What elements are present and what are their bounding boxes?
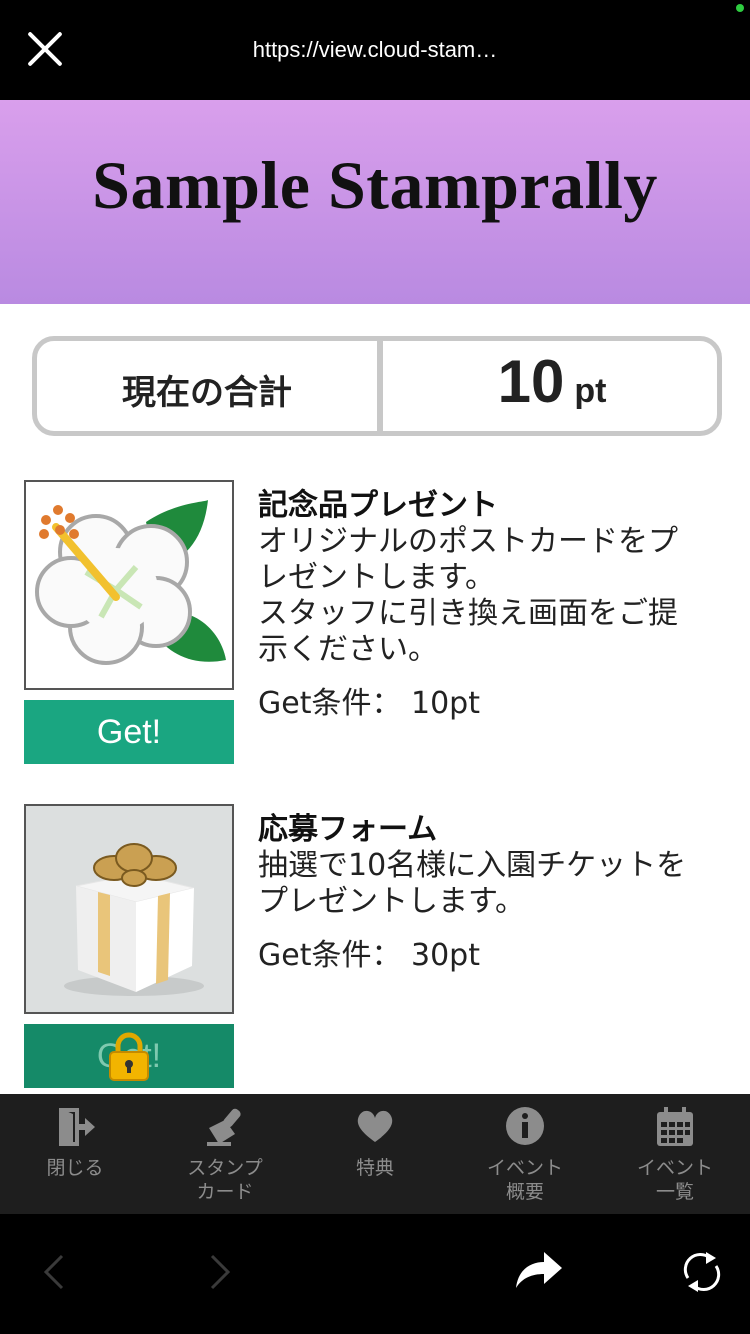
header-banner: Sample Stamprally (0, 100, 750, 304)
reward-item: Get! 応募フォーム 抽選で10名様に入園チケットを プレゼントします。 Ge… (24, 804, 724, 1094)
heart-icon (357, 1110, 393, 1142)
forward-button[interactable] (188, 1242, 248, 1302)
chevron-right-icon (210, 1254, 231, 1290)
gift-box-image (24, 804, 234, 1014)
status-indicator (736, 4, 744, 12)
points-summary: 現在の合計 10 pt (32, 336, 722, 436)
bottom-tab-bar: 閉じる スタンプ カード 特典 イベント 概要 イベント 一覧 (0, 1094, 750, 1214)
exit-icon (59, 1108, 95, 1146)
browser-bottom-bar (0, 1214, 750, 1334)
reward-description: 抽選で10名様に入園チケットを プレゼントします。 (258, 848, 687, 919)
lock-icon (108, 1032, 150, 1082)
share-button[interactable] (508, 1242, 568, 1302)
get-button[interactable]: Get! (24, 700, 234, 764)
tab-label: イベント 一覧 (636, 1157, 713, 1203)
tab-label: 閉じる (46, 1157, 104, 1179)
points-unit: pt (574, 372, 607, 410)
tab-event-overview[interactable]: イベント 概要 (450, 1094, 600, 1214)
browser-top-bar: https://view.cloud-stam… (0, 0, 750, 100)
tab-label: スタンプ カード (187, 1157, 263, 1203)
back-button[interactable] (26, 1242, 86, 1302)
points-label: 現在の合計 (122, 373, 292, 413)
stamp-icon (207, 1108, 241, 1146)
points-divider (377, 341, 383, 431)
tab-label: イベント 概要 (486, 1157, 563, 1203)
info-icon (506, 1107, 544, 1145)
reload-icon (683, 1252, 721, 1292)
reward-title: 記念品プレゼント (258, 488, 498, 523)
calendar-icon (657, 1107, 693, 1146)
tab-event-list[interactable]: イベント 一覧 (600, 1094, 750, 1214)
tab-benefits[interactable]: 特典 (300, 1094, 450, 1214)
reward-condition: Get条件： 30pt (258, 938, 480, 973)
reward-title: 応募フォーム (258, 812, 438, 847)
reward-item: Get! 記念品プレゼント オリジナルのポストカードをプ レゼントします。 スタ… (24, 480, 724, 770)
page-title: Sample Stamprally (92, 147, 658, 223)
url-text: https://view.cloud-stam… (252, 37, 498, 62)
reload-button[interactable] (672, 1242, 732, 1302)
reward-description: オリジナルのポストカードをプ レゼントします。 スタッフに引き換え画面をご提 示… (258, 524, 678, 667)
points-number: 10 (497, 348, 565, 415)
chevron-left-icon (43, 1254, 64, 1290)
hibiscus-image (24, 480, 234, 690)
share-arrow-icon (516, 1252, 562, 1288)
points-value: 10 pt (387, 347, 717, 416)
tab-close[interactable]: 閉じる (0, 1094, 150, 1214)
tab-stamp-card[interactable]: スタンプ カード (150, 1094, 300, 1214)
reward-condition: Get条件： 10pt (258, 686, 480, 721)
tab-label: 特典 (355, 1157, 394, 1179)
